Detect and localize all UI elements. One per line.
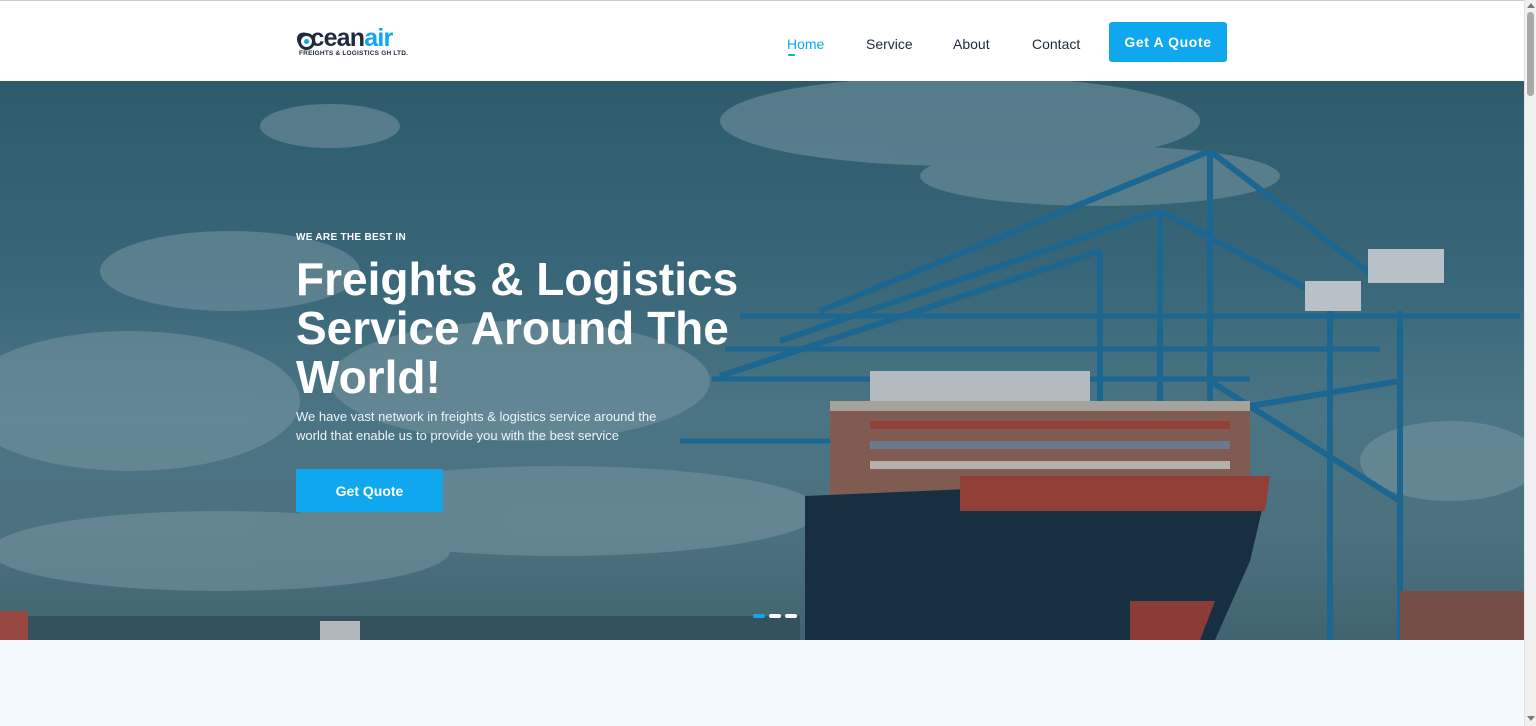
carousel-dot-3[interactable] [785, 614, 797, 618]
get-a-quote-button[interactable]: Get A Quote [1109, 22, 1227, 62]
hero-eyebrow: WE ARE THE BEST IN [296, 232, 407, 243]
hero-description-line-2: world that enable us to provide you with… [296, 428, 620, 443]
hero-description: We have vast network in freights & logis… [296, 407, 676, 445]
logo-globe-icon [298, 33, 315, 50]
hero-headline-line-1: Freights & Logistics [296, 253, 739, 305]
hero-headline-line-3: World! [296, 351, 441, 403]
nav-active-indicator [788, 54, 795, 56]
carousel-dot-1[interactable] [753, 614, 765, 618]
site-logo[interactable]: oceanair FREIGHTS & LOGISTICS GH LTD. [296, 23, 426, 61]
scroll-thumb[interactable] [1527, 12, 1534, 96]
scroll-up-arrow-icon[interactable] [1527, 3, 1535, 8]
hero-headline: Freights & Logistics Service Around The … [296, 255, 766, 402]
hero-headline-line-2: Service Around The [296, 302, 729, 354]
hero-carousel: WE ARE THE BEST IN Freights & Logistics … [0, 81, 1524, 640]
logo-tagline: FREIGHTS & LOGISTICS GH LTD. [299, 50, 409, 57]
nav-home[interactable]: Home [787, 36, 824, 52]
get-quote-button[interactable]: Get Quote [296, 469, 443, 512]
scroll-down-arrow-icon[interactable] [1527, 716, 1535, 721]
nav-contact[interactable]: Contact [1032, 36, 1080, 52]
carousel-dots [753, 614, 797, 618]
logo-word-accent: air [364, 24, 393, 52]
nav-service[interactable]: Service [866, 36, 913, 52]
nav-about[interactable]: About [953, 36, 990, 52]
site-header: oceanair FREIGHTS & LOGISTICS GH LTD. Ho… [0, 1, 1524, 80]
next-section [0, 640, 1524, 726]
carousel-dot-2[interactable] [769, 614, 781, 618]
page-scrollbar[interactable] [1524, 0, 1536, 726]
page: oceanair FREIGHTS & LOGISTICS GH LTD. Ho… [0, 0, 1524, 726]
hero-description-line-1: We have vast network in freights & logis… [296, 409, 657, 424]
